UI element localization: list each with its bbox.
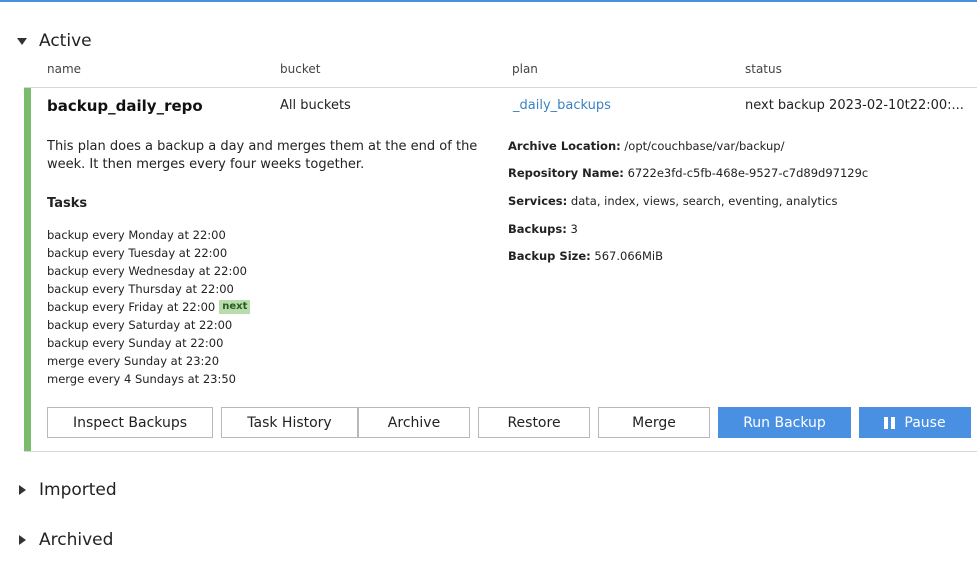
backup-size: Backup Size: 567.066MiB — [508, 249, 663, 263]
task-item: backup every Saturday at 22:00 — [47, 318, 233, 332]
plan-description: This plan does a backup a day and merges… — [47, 139, 478, 172]
section-imported-toggle[interactable]: Imported — [17, 480, 117, 500]
task-item: backup every Thursday at 22:00 — [47, 282, 234, 296]
backups-count: Backups: 3 — [508, 222, 578, 236]
caret-down-icon — [17, 33, 39, 49]
column-header-plan: plan — [512, 62, 538, 76]
task-item: merge every Sunday at 23:20 — [47, 354, 220, 368]
backups-value: 3 — [570, 222, 578, 236]
task-item: backup every Friday at 22:00 next — [47, 298, 251, 316]
section-active-toggle[interactable]: Active — [17, 31, 92, 51]
run-backup-button[interactable]: Run Backup — [718, 407, 851, 438]
task-item: backup every Monday at 22:00 — [47, 228, 226, 242]
task-list: backup every Monday at 22:00 backup ever… — [47, 226, 251, 388]
archive-button[interactable]: Archive — [358, 407, 470, 438]
repo-name[interactable]: backup_daily_repo — [47, 97, 203, 115]
next-badge: next — [219, 300, 251, 314]
divider — [24, 451, 977, 452]
archive-location: Archive Location: /opt/couchbase/var/bac… — [508, 139, 784, 153]
column-header-status: status — [745, 62, 782, 76]
task-item-label: backup every Friday at 22:00 — [47, 300, 216, 314]
repository-name: Repository Name: 6722e3fd-c5fb-468e-9527… — [508, 166, 868, 180]
services-label: Services: — [508, 194, 568, 208]
divider — [24, 87, 977, 88]
pause-button[interactable]: Pause — [859, 407, 971, 438]
task-history-button[interactable]: Task History — [221, 407, 358, 438]
caret-right-icon — [17, 532, 39, 548]
active-indicator — [24, 88, 31, 451]
backup-size-value: 567.066MiB — [594, 249, 663, 263]
plan-link[interactable]: _daily_backups — [513, 98, 611, 113]
services: Services: data, index, views, search, ev… — [508, 194, 837, 208]
inspect-backups-button[interactable]: Inspect Backups — [47, 407, 213, 438]
archive-location-value: /opt/couchbase/var/backup/ — [624, 139, 785, 153]
column-header-bucket: bucket — [280, 62, 321, 76]
repository-name-label: Repository Name: — [508, 166, 624, 180]
backups-label: Backups: — [508, 222, 567, 236]
caret-right-icon — [17, 482, 39, 498]
task-item: backup every Tuesday at 22:00 — [47, 246, 228, 260]
task-item: merge every 4 Sundays at 23:50 — [47, 372, 236, 386]
section-imported-label: Imported — [39, 480, 117, 500]
section-active-label: Active — [39, 31, 92, 51]
task-item: backup every Wednesday at 22:00 — [47, 264, 247, 278]
repo-status: next backup 2023-02-10t22:00:... — [745, 98, 964, 113]
task-item: backup every Sunday at 22:00 — [47, 336, 224, 350]
repo-bucket: All buckets — [280, 98, 351, 113]
services-value: data, index, views, search, eventing, an… — [570, 194, 838, 208]
merge-button[interactable]: Merge — [598, 407, 710, 438]
archive-location-label: Archive Location: — [508, 139, 621, 153]
restore-button[interactable]: Restore — [478, 407, 590, 438]
repository-name-value: 6722e3fd-c5fb-468e-9527-c7d89d97129c — [627, 166, 869, 180]
section-archived-toggle[interactable]: Archived — [17, 530, 113, 550]
section-archived-label: Archived — [39, 530, 114, 550]
pause-icon — [884, 416, 896, 429]
backup-size-label: Backup Size: — [508, 249, 591, 263]
top-border — [0, 0, 977, 2]
tasks-title: Tasks — [47, 196, 88, 211]
pause-button-label: Pause — [904, 414, 946, 431]
column-header-name: name — [47, 62, 82, 76]
